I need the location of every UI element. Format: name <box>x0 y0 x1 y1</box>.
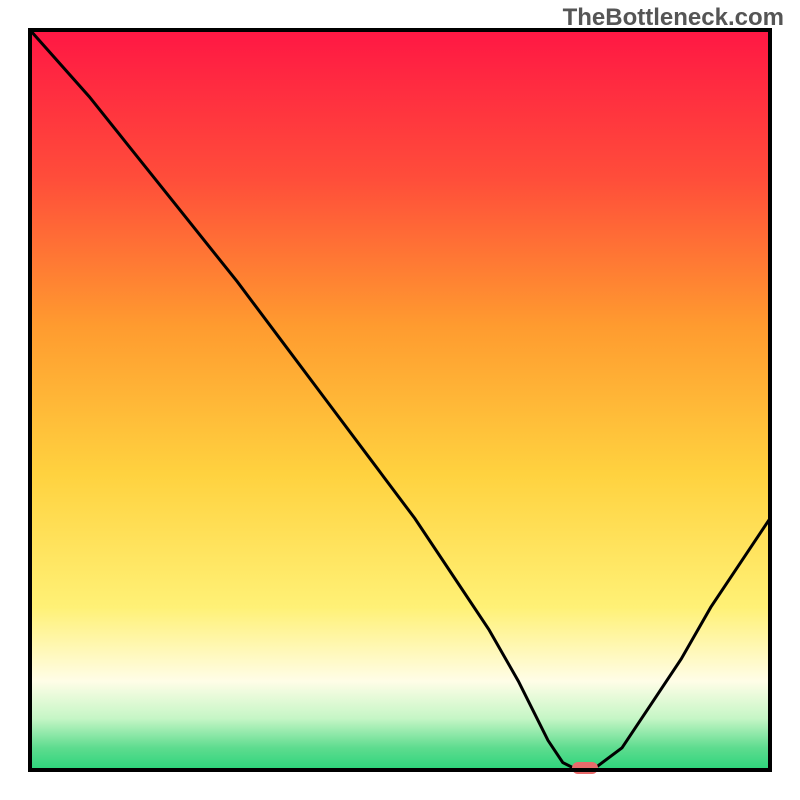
watermark-text: TheBottleneck.com <box>563 4 784 32</box>
plot-background <box>30 30 770 770</box>
chart-container: TheBottleneck.com <box>0 0 800 800</box>
chart-svg <box>0 0 800 800</box>
